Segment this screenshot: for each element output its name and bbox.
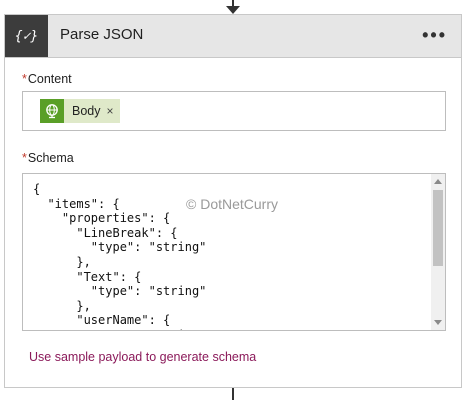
token-label: Body [72,104,101,118]
globe-icon [40,99,64,123]
more-options-button[interactable]: ••• [422,26,447,44]
content-label-text: Content [27,72,72,86]
scroll-down-icon[interactable] [434,320,442,325]
schema-textarea[interactable]: { "items": { "properties": { "LineBreak"… [22,173,446,331]
parse-json-card: {✓} Parse JSON ••• *Content Body × *Sche… [4,14,462,388]
required-marker: * [22,151,27,165]
schema-scrollbar[interactable] [431,174,445,330]
card-header[interactable]: {✓} Parse JSON ••• [5,15,461,58]
schema-label-text: Schema [27,151,74,165]
scroll-up-icon[interactable] [434,179,442,184]
remove-token-icon[interactable]: × [107,104,120,118]
schema-json-text[interactable]: { "items": { "properties": { "LineBreak"… [33,182,206,330]
flow-connector-bottom [232,388,234,400]
dynamic-content-token-body[interactable]: Body × [40,99,120,123]
watermark-text: © DotNetCurry [186,196,278,212]
required-marker: * [22,72,27,86]
scroll-thumb[interactable] [433,190,443,266]
arrow-down-icon [226,6,240,14]
content-label: *Content [22,72,72,86]
card-title[interactable]: Parse JSON [60,26,143,43]
schema-label: *Schema [22,151,74,165]
generate-schema-link[interactable]: Use sample payload to generate schema [29,350,256,364]
parse-json-icon: {✓} [5,15,48,57]
content-input[interactable]: Body × [22,91,446,131]
